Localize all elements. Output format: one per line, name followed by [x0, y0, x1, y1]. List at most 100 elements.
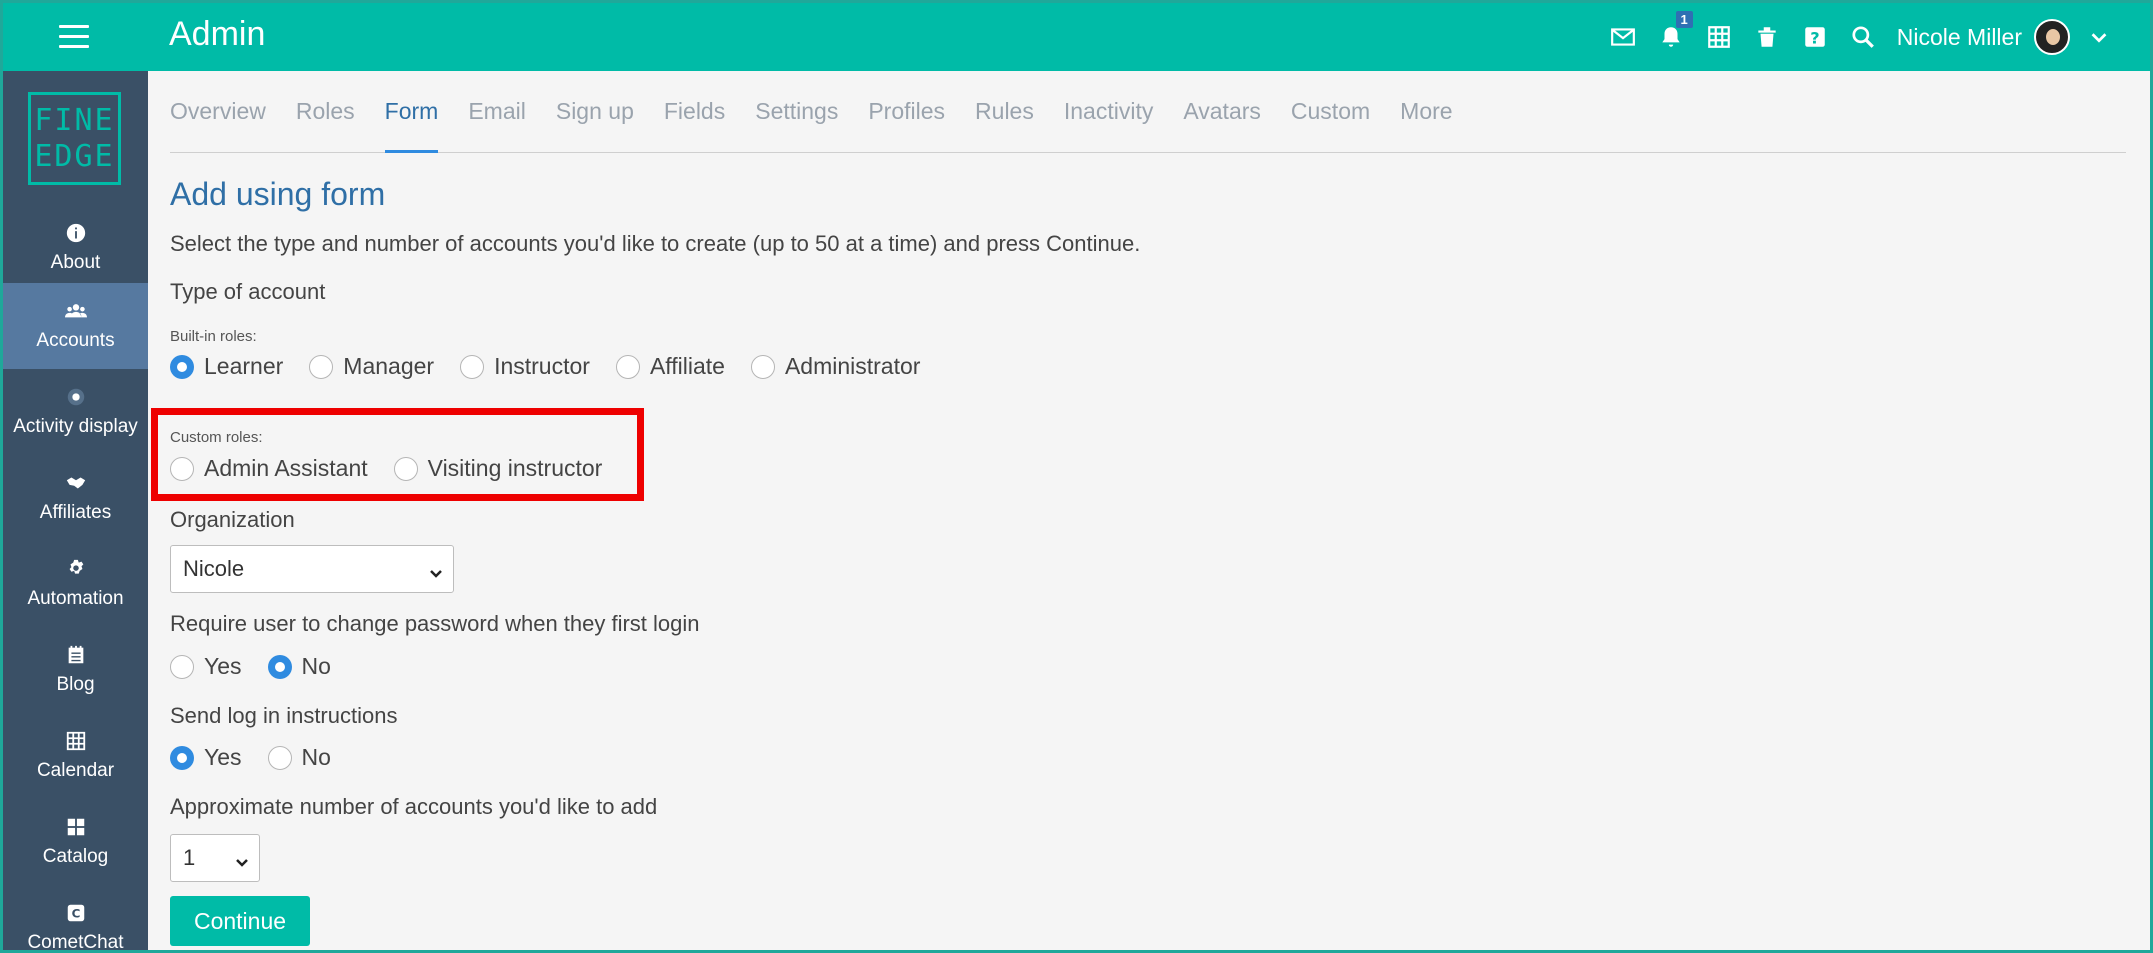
organization-label: Organization [170, 507, 295, 532]
radio-dot[interactable] [309, 354, 334, 379]
tab-overview[interactable]: Overview [170, 71, 266, 153]
send-instructions-label: Send log in instructions [170, 703, 398, 728]
handshake-icon [66, 477, 85, 489]
radio-label: No [301, 653, 331, 679]
tab-sign-up[interactable]: Sign up [556, 71, 634, 153]
radio-dot[interactable] [750, 354, 775, 379]
sidebar-item-label: Activity display [13, 416, 138, 437]
sidebar-item-label: CometChat [27, 932, 124, 953]
sidebar-item-label: Catalog [42, 846, 109, 867]
role-manager-radio[interactable]: Manager [309, 353, 434, 380]
tab-rules[interactable]: Rules [975, 71, 1034, 153]
grid-icon[interactable] [1705, 23, 1733, 51]
sidebar-item-automation[interactable]: Automation [3, 541, 148, 627]
sidebar-item-affiliates[interactable]: Affiliates [3, 455, 148, 541]
account-count-value: 1 [183, 845, 196, 870]
password-change-label: Require user to change password when the… [170, 611, 700, 636]
radio-label: Admin Assistant [204, 455, 368, 481]
sidebar-item-accounts[interactable]: Accounts [3, 283, 148, 369]
form-instructions: Select the type and number of accounts y… [170, 231, 1141, 256]
account-count-select[interactable]: 1 [170, 834, 260, 882]
sidebar-item-calendar[interactable]: Calendar [3, 713, 148, 799]
mail-icon[interactable] [1609, 23, 1637, 51]
chevron-down-icon[interactable] [2088, 26, 2110, 48]
type-of-account-label: Type of account [170, 279, 326, 304]
top-icons: 1 ? Nicole Miller [1589, 3, 2110, 71]
tab-roles[interactable]: Roles [296, 71, 355, 153]
main-content: Overview Roles Form Email Sign up Fields… [148, 71, 2150, 950]
radio-dot[interactable] [393, 456, 418, 481]
users-icon [64, 304, 87, 318]
sidebar-item-label: About [50, 252, 101, 273]
radio-dot[interactable] [460, 354, 485, 379]
radio-dot[interactable] [267, 654, 292, 679]
password-yes-radio[interactable]: Yes [170, 653, 242, 680]
role-learner-radio[interactable]: Learner [170, 353, 283, 380]
trash-icon[interactable] [1753, 23, 1781, 51]
role-admin-assistant-radio[interactable]: Admin Assistant [170, 455, 368, 482]
tab-avatars[interactable]: Avatars [1183, 71, 1261, 153]
radio-label: Yes [204, 744, 242, 770]
radio-dot[interactable] [267, 745, 292, 770]
instructions-yes-radio[interactable]: Yes [170, 744, 242, 771]
tab-form[interactable]: Form [384, 71, 438, 153]
tab-fields[interactable]: Fields [664, 71, 725, 153]
logo-line-2: EDGE [34, 138, 115, 174]
sidebar-item-label: Accounts [36, 330, 115, 351]
role-instructor-radio[interactable]: Instructor [460, 353, 590, 380]
radio-dot[interactable] [170, 654, 194, 679]
radio-label: Visiting instructor [427, 455, 603, 481]
instructions-no-radio[interactable]: No [267, 744, 331, 771]
tab-profiles[interactable]: Profiles [868, 71, 945, 153]
sidebar-item-about[interactable]: About [3, 205, 148, 291]
sidebar-item-catalog[interactable]: Catalog [3, 799, 148, 885]
chevron-down-icon [235, 849, 249, 867]
role-administrator-radio[interactable]: Administrator [750, 353, 920, 380]
radio-dot[interactable] [170, 354, 194, 379]
top-bar: Admin 1 ? Nicole Miller [3, 3, 2150, 71]
organization-select[interactable]: Nicole [170, 545, 454, 593]
bell-icon[interactable]: 1 [1657, 11, 1693, 51]
role-affiliate-radio[interactable]: Affiliate [615, 353, 725, 380]
chevron-down-icon [429, 560, 443, 578]
radio-label: Learner [204, 353, 284, 379]
form-heading: Add using form [170, 176, 386, 212]
gear-icon [69, 559, 83, 574]
sidebar-item-label: Automation [27, 588, 124, 609]
sidebar: FINE EDGE About Accounts Activity displa… [3, 71, 148, 953]
search-icon[interactable] [1849, 23, 1877, 51]
logo[interactable]: FINE EDGE [28, 92, 121, 185]
tab-email[interactable]: Email [468, 71, 526, 153]
notification-badge: 1 [1675, 11, 1693, 28]
sidebar-item-cometchat[interactable]: C CometChat [3, 885, 148, 953]
info-icon [66, 223, 85, 243]
sidebar-item-blog[interactable]: Blog [3, 627, 148, 713]
tab-inactivity[interactable]: Inactivity [1064, 71, 1153, 153]
custom-roles-label: Custom roles: [170, 429, 263, 446]
builtin-roles-group: Learner Manager Instructor Affiliate Adm… [170, 353, 946, 380]
menu-icon[interactable] [59, 25, 89, 49]
role-visiting-instructor-radio[interactable]: Visiting instructor [393, 455, 603, 482]
catalog-icon [67, 818, 84, 836]
tab-settings[interactable]: Settings [755, 71, 838, 153]
tab-more[interactable]: More [1400, 71, 1452, 153]
radio-label: Affiliate [649, 353, 725, 379]
radio-label: No [301, 744, 331, 770]
radio-dot[interactable] [615, 354, 640, 379]
blog-icon [68, 645, 83, 664]
radio-dot[interactable] [170, 456, 194, 481]
continue-button[interactable]: Continue [170, 896, 310, 946]
page-title: Admin [169, 15, 266, 53]
user-name[interactable]: Nicole Miller [1897, 24, 2022, 51]
radio-dot[interactable] [170, 745, 194, 770]
password-no-radio[interactable]: No [267, 653, 331, 680]
sidebar-item-activity-display[interactable]: Activity display [3, 369, 148, 455]
password-change-group: Yes No [170, 653, 357, 680]
radio-label: Instructor [494, 353, 590, 379]
app-frame: Admin 1 ? Nicole Miller FINE EDGE About … [0, 0, 2153, 953]
custom-roles-group: Admin Assistant Visiting instructor [170, 455, 628, 482]
help-icon[interactable]: ? [1801, 23, 1829, 51]
tab-custom[interactable]: Custom [1291, 71, 1370, 153]
avatar[interactable] [2034, 19, 2070, 55]
sidebar-item-label: Affiliates [39, 502, 112, 523]
